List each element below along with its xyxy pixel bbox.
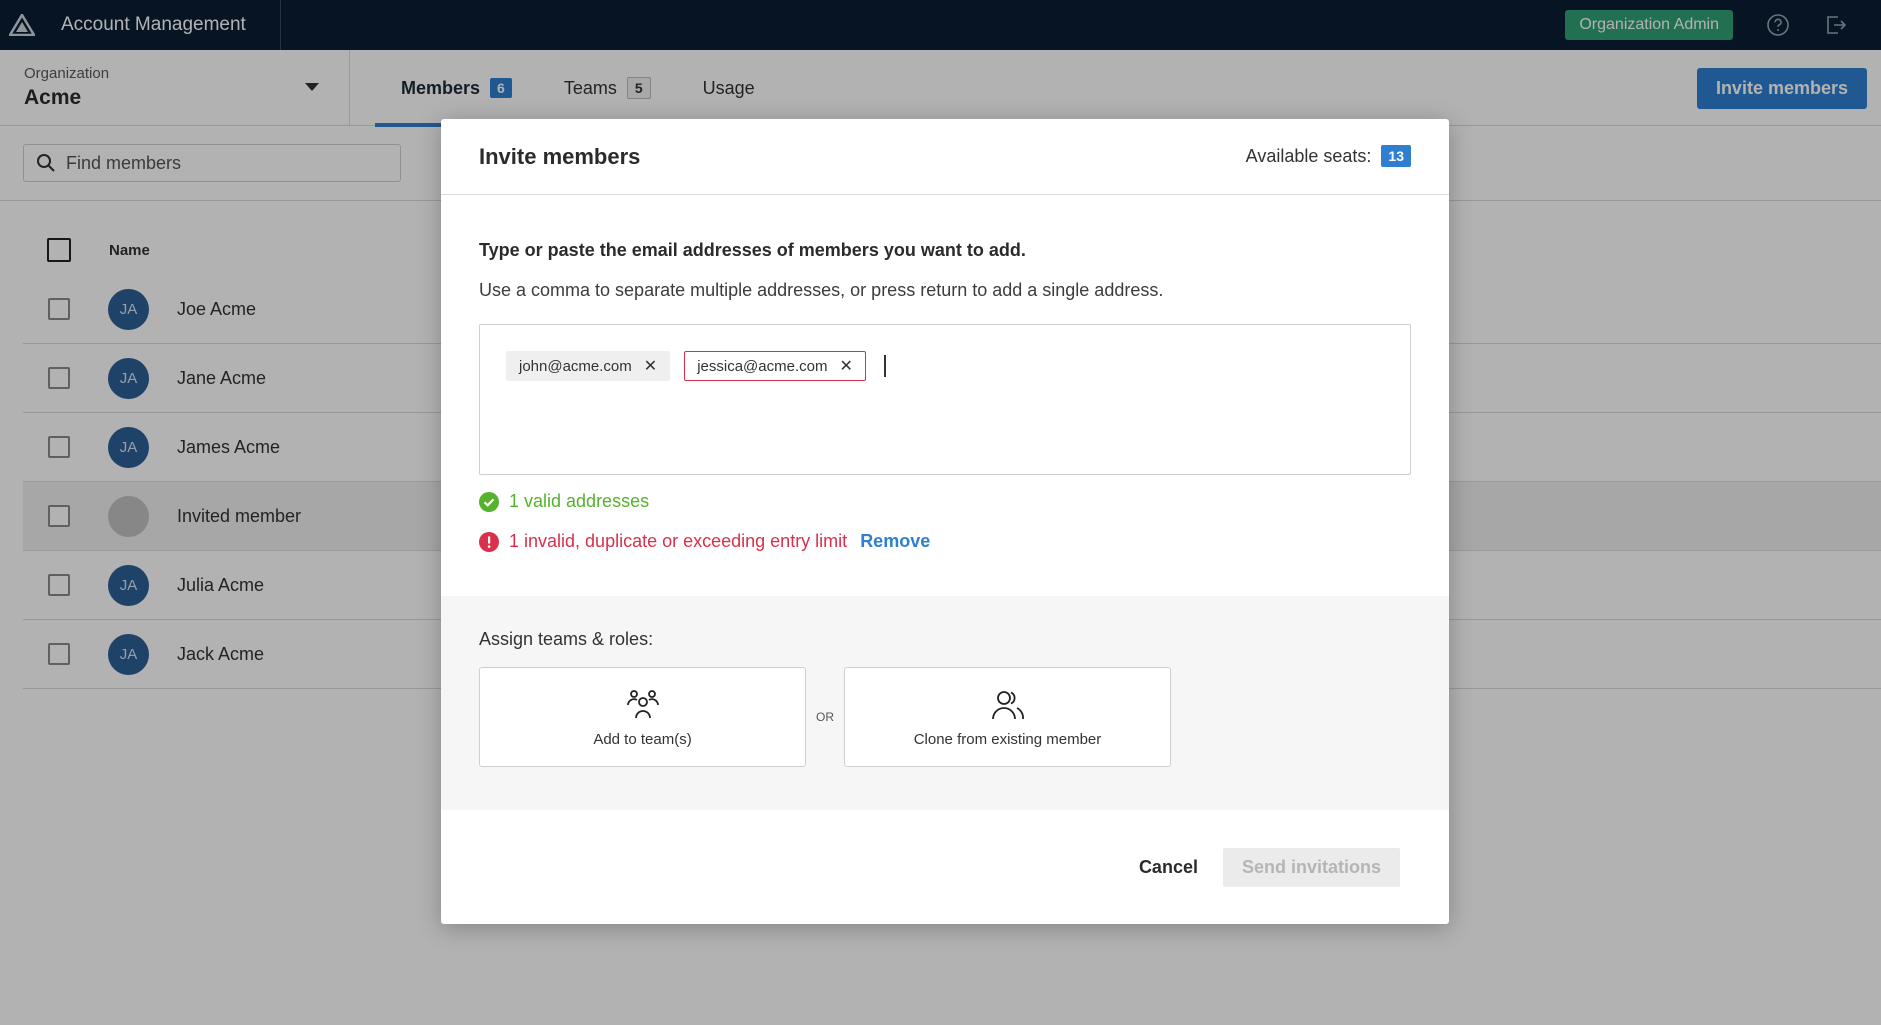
instruction-text: Use a comma to separate multiple address… <box>479 280 1164 300</box>
text-cursor <box>883 355 886 377</box>
clone-member-label: Clone from existing member <box>913 730 1102 748</box>
add-to-teams-label: Add to team(s) <box>593 730 692 748</box>
valid-status-text: 1 valid addresses <box>509 491 650 511</box>
cancel-button[interactable]: Cancel <box>1139 857 1198 878</box>
users-icon <box>991 690 1024 719</box>
add-to-teams-button[interactable]: Add to team(s) <box>479 667 806 767</box>
close-icon[interactable]: ✕ <box>644 356 657 376</box>
close-icon[interactable]: ✕ <box>839 356 852 376</box>
dialog-body: Type or paste the email addresses of mem… <box>441 240 1449 552</box>
email-chip-label: john@acme.com <box>519 357 632 375</box>
email-chip-label: jessica@acme.com <box>697 357 828 375</box>
valid-status: 1 valid addresses <box>479 491 1411 512</box>
error-circle-icon <box>479 531 499 552</box>
assign-options: Add to team(s) OR Clone from existing me… <box>479 667 1411 767</box>
check-circle-icon <box>479 491 499 512</box>
available-seats-count: 13 <box>1381 145 1411 167</box>
invalid-status: 1 invalid, duplicate or exceeding entry … <box>479 531 1411 552</box>
team-icon <box>626 689 659 718</box>
invalid-status-text: 1 invalid, duplicate or exceeding entry … <box>509 531 848 551</box>
remove-invalid-link[interactable]: Remove <box>860 531 930 552</box>
or-separator: OR <box>816 710 834 724</box>
instruction-heading: Type or paste the email addresses of mem… <box>479 240 1026 260</box>
dialog-footer: Cancel Send invitations <box>441 810 1449 924</box>
send-invitations-button[interactable]: Send invitations <box>1222 847 1400 887</box>
assign-section: Assign teams & roles: Add to team(s) OR <box>441 596 1449 810</box>
available-seats-label: Available seats: <box>1245 145 1372 166</box>
invite-members-dialog: Invite members Available seats: 13 Type … <box>441 119 1449 924</box>
available-seats: Available seats: 13 <box>1246 145 1411 167</box>
email-chip-invalid[interactable]: jessica@acme.com ✕ <box>684 351 866 381</box>
dialog-title: Invite members <box>479 143 641 169</box>
dialog-header: Invite members Available seats: 13 <box>441 119 1449 195</box>
email-input-field[interactable]: john@acme.com ✕ jessica@acme.com ✕ <box>479 324 1411 475</box>
email-chip[interactable]: john@acme.com ✕ <box>506 351 671 381</box>
clone-member-button[interactable]: Clone from existing member <box>844 667 1171 767</box>
assign-label: Assign teams & roles: <box>479 629 654 649</box>
